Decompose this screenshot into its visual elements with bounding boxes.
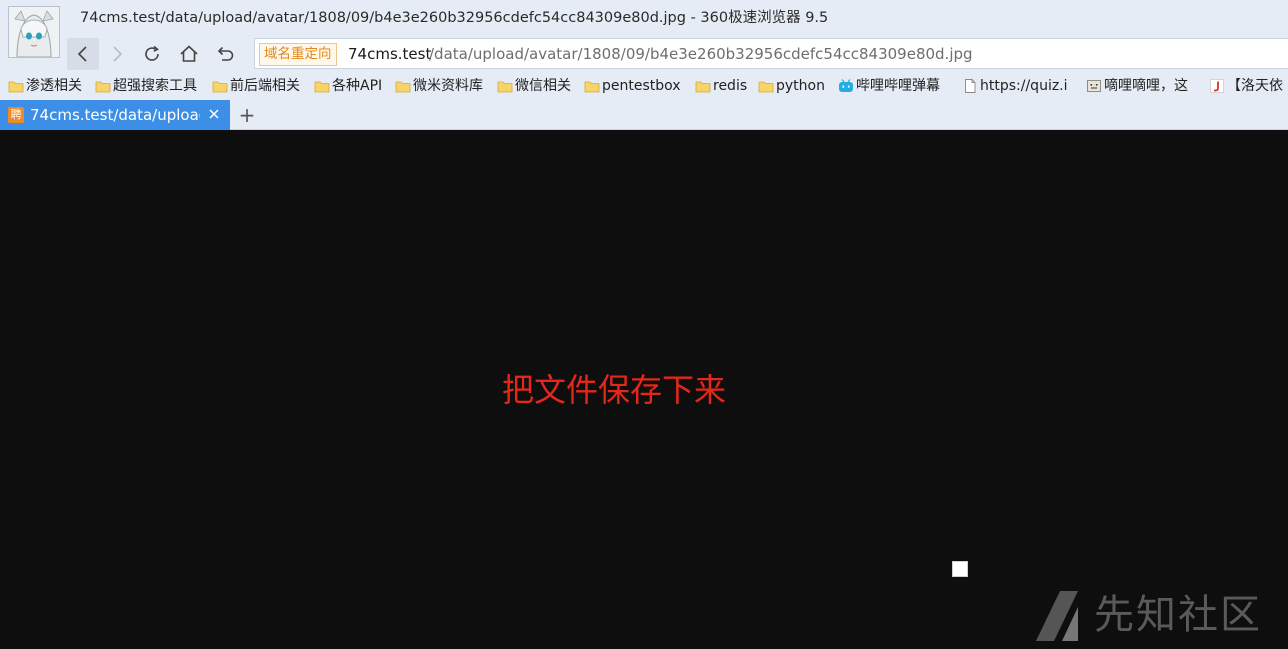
folder-icon [584, 81, 600, 93]
bookmark-label: 嘀哩嘀哩，这 [1104, 78, 1188, 94]
broken-image-icon [952, 561, 968, 577]
tab-close-icon[interactable] [206, 107, 222, 123]
bookmark-item[interactable]: redis [695, 75, 747, 97]
folder-icon [212, 81, 228, 93]
bookmark-item[interactable]: 哔哩哔哩弹幕 [838, 75, 940, 97]
j-icon [1210, 79, 1224, 93]
anime-avatar-icon [9, 7, 59, 57]
page-message: 把文件保存下来 [501, 371, 726, 409]
bookmark-item[interactable]: pentestbox [584, 75, 681, 97]
forward-icon [113, 46, 123, 62]
undo-close-tab-button[interactable] [208, 38, 240, 70]
bookmark-item[interactable]: python [758, 75, 825, 97]
reload-button[interactable] [136, 38, 168, 70]
folder-icon [314, 81, 330, 93]
bookmark-label: 超强搜索工具 [113, 78, 197, 94]
url-path: /data/upload/avatar/1808/09/b4e3e260b329… [429, 45, 973, 63]
folder-icon [395, 81, 411, 93]
bookmark-item[interactable]: https://quiz.i [962, 75, 1068, 97]
bookmark-label: redis [713, 78, 748, 94]
bookmark-label: 微信相关 [515, 78, 571, 94]
bookmark-item[interactable]: 各种API [314, 75, 382, 97]
close-icon [209, 109, 219, 119]
watermark-text: 先知社区 [1094, 592, 1262, 638]
folder-icon [95, 81, 111, 93]
address-bar[interactable]: 域名重定向 74cms.test /data/upload/avatar/180… [254, 38, 1288, 69]
bookmark-item[interactable]: 嘀哩嘀哩，这 [1086, 75, 1188, 97]
browser-chrome: 74cms.test/data/upload/avatar/1808/09/b4… [0, 0, 1288, 130]
folder-icon [8, 81, 24, 93]
face-icon [1087, 80, 1101, 92]
bookmark-item[interactable]: 渗透相关 [8, 75, 82, 97]
reload-icon [145, 45, 159, 61]
bookmark-label: https://quiz.i [980, 78, 1068, 94]
bookmark-item[interactable]: 微信相关 [497, 75, 571, 97]
bookmark-item[interactable]: 微米资料库 [395, 75, 483, 97]
bookmark-label: 【洛天依 [1227, 78, 1283, 94]
window-title: 74cms.test/data/upload/avatar/1808/09/b4… [80, 10, 829, 26]
domain-redirect-badge[interactable]: 域名重定向 [259, 43, 337, 66]
bookmarks-bar: 渗透相关 超强搜索工具 前后端相关 各种API 微米资料库 微信相关 pente… [0, 73, 1288, 99]
bookmark-label: 微米资料库 [413, 78, 483, 94]
bookmark-label: pentestbox [602, 78, 681, 94]
tab-bar: 聘 74cms.test/data/upload + [0, 100, 1288, 130]
bookmark-label: 渗透相关 [26, 78, 82, 94]
watermark: 先知社区 [1032, 587, 1262, 643]
folder-icon [497, 81, 513, 93]
tab-favicon: 聘 [8, 107, 24, 123]
folder-icon [695, 81, 711, 93]
forward-button[interactable] [101, 38, 133, 70]
xianzhi-logo-icon [1036, 591, 1078, 641]
folder-icon [758, 81, 774, 93]
new-tab-button[interactable]: + [237, 104, 257, 126]
user-avatar[interactable] [8, 6, 60, 58]
back-icon [77, 46, 87, 62]
tab-title: 74cms.test/data/upload [30, 106, 200, 124]
bookmark-label: 前后端相关 [230, 78, 300, 94]
bilibili-icon [839, 79, 853, 92]
home-icon [180, 45, 198, 62]
tab-current[interactable]: 聘 74cms.test/data/upload [0, 100, 230, 130]
bookmark-item[interactable]: 超强搜索工具 [95, 75, 197, 97]
bookmark-item[interactable]: 前后端相关 [212, 75, 300, 97]
back-button[interactable] [67, 38, 99, 70]
undo-icon [217, 46, 234, 61]
home-button[interactable] [173, 38, 205, 70]
bookmark-label: 哔哩哔哩弹幕 [856, 78, 940, 94]
url-host: 74cms.test [348, 45, 432, 63]
bookmark-item[interactable]: 【洛天依 [1209, 75, 1283, 97]
bookmark-label: 各种API [332, 78, 383, 94]
page-icon [965, 79, 976, 93]
bookmark-label: python [776, 78, 825, 94]
